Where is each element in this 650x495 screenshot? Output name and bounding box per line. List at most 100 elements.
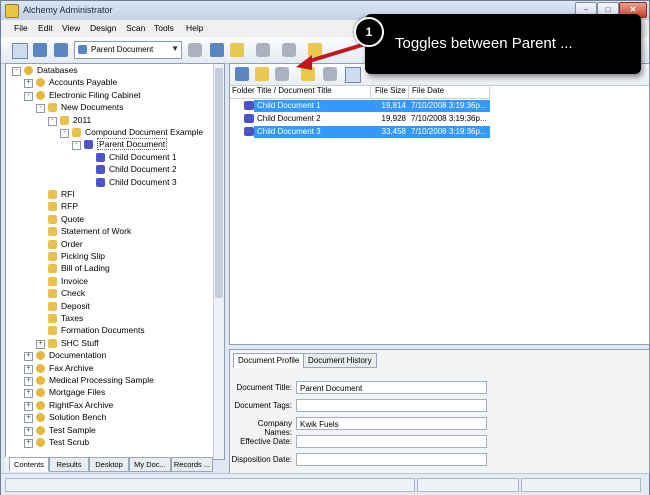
status-segment bbox=[417, 478, 519, 492]
collapse-icon[interactable]: - bbox=[24, 91, 33, 101]
cell-file-date: 7/10/2008 3:19:36p... bbox=[411, 114, 487, 123]
collapse-icon[interactable]: - bbox=[60, 129, 69, 138]
expand-icon[interactable]: + bbox=[24, 414, 33, 424]
expand-icon[interactable]: + bbox=[24, 377, 33, 386]
table-row[interactable]: Child Document 1 19,814 7/10/2008 3:19:36p… bbox=[230, 100, 490, 112]
expand-icon[interactable]: + bbox=[24, 401, 33, 411]
menu-design[interactable]: Design bbox=[90, 23, 116, 33]
stamp-button[interactable] bbox=[207, 40, 227, 60]
profile-field-input[interactable] bbox=[296, 435, 487, 448]
database-icon bbox=[36, 363, 45, 373]
menu-scan[interactable]: Scan bbox=[126, 23, 145, 33]
list-view-button[interactable] bbox=[320, 64, 340, 84]
header-divider[interactable] bbox=[408, 85, 409, 98]
tree-scroll-thumb[interactable] bbox=[215, 68, 223, 298]
document-icon bbox=[244, 114, 254, 123]
tab-document-history[interactable]: Document History bbox=[303, 353, 377, 368]
document-icon bbox=[84, 140, 93, 150]
expand-icon[interactable]: + bbox=[24, 79, 33, 89]
field-label: Document Title: bbox=[236, 383, 292, 392]
properties-button[interactable] bbox=[51, 40, 71, 60]
tree-item-label: Formation Documents bbox=[61, 325, 145, 336]
tab-my-documents[interactable]: My Doc... bbox=[129, 457, 171, 472]
large-icons-button[interactable] bbox=[298, 64, 318, 84]
print-button[interactable] bbox=[185, 40, 205, 60]
navigation-tabs: Contents Results Desktop My Doc... Recor… bbox=[5, 457, 213, 472]
details-view-button[interactable] bbox=[342, 64, 362, 84]
folder-icon bbox=[60, 115, 69, 125]
header-file-date[interactable]: File Date bbox=[412, 86, 444, 95]
tree-scrollbar[interactable] bbox=[213, 64, 224, 459]
users-button[interactable] bbox=[305, 40, 325, 60]
tab-desktop[interactable]: Desktop bbox=[89, 457, 129, 472]
large-icons-icon bbox=[301, 67, 315, 81]
folder-icon bbox=[72, 128, 81, 137]
document-combo[interactable]: Parent Document ▼ bbox=[74, 41, 182, 59]
folder-icon bbox=[48, 276, 57, 286]
header-file-size[interactable]: File Size bbox=[375, 86, 406, 95]
tree-item-label: Parent Document bbox=[97, 138, 168, 151]
up-folder-button[interactable] bbox=[252, 64, 272, 84]
collapse-icon[interactable]: - bbox=[48, 116, 57, 126]
menu-tools[interactable]: Tools bbox=[154, 23, 174, 33]
database-icon bbox=[36, 78, 45, 88]
collapse-icon[interactable]: - bbox=[12, 67, 21, 76]
tree-item-label: RFP bbox=[61, 201, 78, 212]
expand-icon[interactable]: + bbox=[24, 389, 33, 399]
menu-view[interactable]: View bbox=[62, 23, 80, 33]
tree-item-label: Check bbox=[61, 288, 86, 299]
expand-icon[interactable]: + bbox=[24, 352, 33, 362]
expand-icon[interactable]: + bbox=[24, 426, 33, 436]
app-window: Alchemy Administrator – □ ✕ File Edit Vi… bbox=[0, 0, 650, 495]
menu-file[interactable]: File bbox=[14, 23, 28, 33]
properties-icon bbox=[54, 43, 68, 57]
cell-file-size: 33,458 bbox=[381, 127, 406, 136]
database-tree: - Databases + Accounts Payable - Electronic F… bbox=[5, 63, 225, 460]
app-icon bbox=[5, 4, 19, 18]
profile-field-input[interactable] bbox=[296, 399, 487, 412]
folder-icon bbox=[48, 338, 57, 348]
folder-icon bbox=[48, 202, 57, 212]
table-row[interactable]: Child Document 3 33,458 7/10/2008 3:19:36p… bbox=[230, 126, 490, 138]
collapse-icon[interactable]: - bbox=[36, 104, 45, 114]
tab-contents[interactable]: Contents bbox=[9, 457, 49, 472]
tree-item-label: Mortgage Files bbox=[49, 387, 106, 398]
profile-field-input[interactable] bbox=[296, 453, 487, 466]
tree-item-label: 2011 bbox=[73, 114, 92, 125]
collapse-icon[interactable]: - bbox=[72, 141, 81, 151]
expand-icon[interactable]: + bbox=[24, 439, 33, 448]
menu-help[interactable]: Help bbox=[186, 23, 203, 33]
step-number-badge: 1 bbox=[354, 17, 384, 47]
search-button[interactable] bbox=[227, 40, 247, 60]
database-icon bbox=[24, 66, 33, 75]
tab-document-profile[interactable]: Document Profile bbox=[233, 353, 305, 368]
profile-field-input[interactable]: Parent Document bbox=[296, 381, 487, 394]
tab-records[interactable]: Records ... bbox=[171, 457, 213, 472]
tree-view-button[interactable] bbox=[9, 40, 29, 60]
info-button[interactable] bbox=[279, 40, 299, 60]
tree-item-label: Child Document 2 bbox=[109, 164, 177, 175]
menu-edit[interactable]: Edit bbox=[38, 23, 53, 33]
chevron-down-icon[interactable]: ▼ bbox=[171, 44, 179, 53]
toggle-parent-button[interactable] bbox=[272, 64, 292, 84]
edit-profile-button[interactable] bbox=[232, 64, 252, 84]
profile-field-input[interactable]: Kwik Fuels bbox=[296, 417, 487, 430]
tab-results[interactable]: Results bbox=[49, 457, 89, 472]
combo-value: Parent Document bbox=[91, 45, 154, 54]
header-divider[interactable] bbox=[489, 85, 490, 98]
header-divider[interactable] bbox=[370, 85, 371, 98]
expand-icon[interactable]: + bbox=[36, 339, 45, 349]
document-icon bbox=[96, 152, 105, 162]
header-title[interactable]: Folder Title / Document Title bbox=[232, 86, 332, 95]
scan-button[interactable] bbox=[253, 40, 273, 60]
field-label: Document Tags: bbox=[234, 401, 292, 410]
tree-item-label: RFI bbox=[61, 189, 75, 199]
database-icon bbox=[36, 388, 45, 398]
database-icon bbox=[36, 376, 45, 385]
status-bar bbox=[1, 473, 649, 495]
expand-icon[interactable]: + bbox=[24, 364, 33, 374]
callout-text: Toggles between Parent ... bbox=[395, 35, 573, 52]
table-row[interactable]: Child Document 2 19,928 7/10/2008 3:19:36p… bbox=[230, 113, 490, 125]
document-view-button[interactable] bbox=[30, 40, 50, 60]
document-list-panel: Folder Title / Document Title File Size … bbox=[229, 63, 650, 345]
